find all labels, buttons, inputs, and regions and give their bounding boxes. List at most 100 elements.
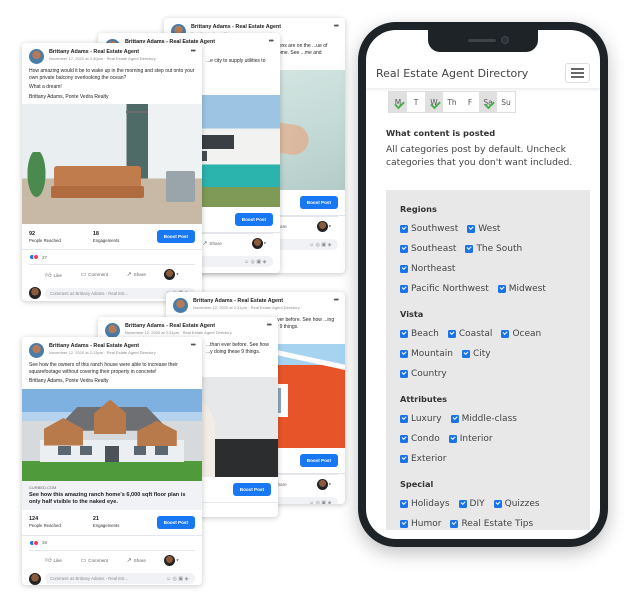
more-options-icon[interactable]: ••• [191, 48, 196, 55]
checkbox-southeast[interactable]: Southeast [400, 243, 456, 255]
reactions-summary[interactable]: 36 [22, 536, 202, 550]
checkbox-luxury[interactable]: Luxury [400, 413, 442, 425]
checkbox-west[interactable]: West [467, 223, 500, 235]
checkbox-humor[interactable]: Humor [400, 518, 441, 530]
day-toggle-tuesday[interactable]: T [407, 92, 425, 112]
day-toggle-wednesday[interactable]: W [425, 92, 443, 112]
day-toggle-friday[interactable]: F [461, 92, 479, 112]
checkbox-checked-icon[interactable] [447, 330, 456, 338]
checkbox-checked-icon[interactable] [448, 435, 457, 443]
phone-screen: Real Estate Agent Directory M T W Th F S… [366, 30, 600, 539]
checkbox-checked-icon[interactable] [400, 500, 408, 508]
checkbox-checked-icon[interactable] [400, 265, 408, 273]
comment-input[interactable]: Comment as Brittany Adams - Real Est...☺… [45, 573, 195, 584]
boost-post-button[interactable]: Boost Post [232, 483, 271, 496]
share-button[interactable]: ↗Share [127, 271, 146, 278]
checkbox-middle-class[interactable]: Middle-class [450, 413, 517, 425]
day-toggle-thursday[interactable]: Th [443, 92, 461, 112]
checkbox-beach[interactable]: Beach [400, 328, 439, 340]
boost-post-button[interactable]: Boost Post [234, 213, 273, 226]
checkbox-pacific-northwest[interactable]: Pacific Northwest [400, 283, 489, 295]
checkbox-quizzes[interactable]: Quizzes [493, 498, 540, 510]
like-button[interactable]: 👍︎ Like [45, 556, 62, 564]
checkbox-checked-icon[interactable] [400, 455, 408, 463]
checkbox-checked-icon[interactable] [400, 520, 408, 528]
day-toggle-sunday[interactable]: Su [497, 92, 515, 112]
menu-button[interactable] [565, 63, 590, 83]
phone-notch [428, 30, 538, 52]
comment-tools-icons: ☺◎▣◈ [308, 241, 333, 248]
more-options-icon[interactable]: ••• [267, 322, 272, 329]
checkbox-real-estate-tips[interactable]: Real Estate Tips [450, 518, 533, 530]
checkbox-country[interactable]: Country [400, 368, 447, 380]
boost-post-button[interactable]: Boost Post [156, 230, 195, 243]
day-toggle-saturday[interactable]: Sa [479, 92, 497, 112]
more-options-icon[interactable]: ••• [334, 297, 339, 304]
share-button[interactable]: ↗Share [202, 240, 221, 247]
post-image-living-room[interactable] [22, 104, 202, 224]
checkbox-diy[interactable]: DIY [458, 498, 485, 510]
checkbox-checked-icon[interactable] [465, 245, 474, 253]
post-author[interactable]: Brittany Adams - Real Estate Agent [193, 298, 338, 304]
checkbox-checked-icon[interactable] [461, 350, 470, 358]
checkbox-checked-icon[interactable] [467, 225, 476, 233]
checkbox-northeast[interactable]: Northeast [400, 263, 455, 275]
checkbox-checked-icon[interactable] [400, 330, 408, 338]
like-button[interactable]: 👍︎ Like [45, 271, 62, 279]
comment-button[interactable]: ▭ Comment [80, 557, 108, 564]
share-icon: ↗ [202, 241, 208, 247]
checkbox-checked-icon[interactable] [497, 285, 506, 293]
more-options-icon[interactable]: ••• [334, 23, 339, 30]
post-author[interactable]: Brittany Adams - Real Estate Agent [49, 49, 195, 55]
app-title[interactable]: Real Estate Agent Directory [376, 67, 528, 80]
link-title[interactable]: See how this amazing ranch home's 6,000 … [22, 490, 202, 510]
checkbox-southwest[interactable]: Southwest [400, 223, 458, 235]
checkbox-ocean[interactable]: Ocean [501, 328, 541, 340]
comment-button[interactable]: ▭ Comment [80, 271, 108, 278]
camera-icon [501, 36, 509, 44]
link-source[interactable]: CURBED.COM [22, 480, 202, 491]
post-meta: November 17, 2020 at 2:30pm · Real Estat… [49, 56, 156, 61]
commenter-avatar [29, 572, 41, 585]
page-avatar [164, 554, 176, 566]
checkbox-the-south[interactable]: The South [465, 243, 522, 255]
checkbox-checked-icon[interactable] [501, 330, 510, 338]
checkbox-checked-icon[interactable] [400, 415, 408, 423]
post-author[interactable]: Brittany Adams - Real Estate Agent [49, 343, 195, 349]
checkbox-exterior[interactable]: Exterior [400, 453, 447, 465]
reactions-summary[interactable]: 27 [22, 250, 202, 264]
checkbox-checked-icon[interactable] [458, 500, 467, 508]
checkbox-checked-icon[interactable] [400, 285, 408, 293]
checkbox-checked-icon[interactable] [400, 245, 408, 253]
checkbox-checked-icon[interactable] [400, 350, 408, 358]
checkbox-interior[interactable]: Interior [448, 433, 493, 445]
checkbox-coastal[interactable]: Coastal [447, 328, 492, 340]
checkbox-checked-icon[interactable] [400, 225, 408, 233]
post-image-ranch-house[interactable] [22, 388, 202, 481]
audience-selector[interactable]: ▾ [316, 479, 331, 490]
checkbox-condo[interactable]: Condo [400, 433, 440, 445]
audience-selector[interactable]: ▾ [251, 238, 266, 249]
checkbox-city[interactable]: City [461, 348, 491, 360]
more-options-icon[interactable]: ••• [269, 38, 274, 45]
checkbox-checked-icon[interactable] [450, 520, 459, 528]
share-button[interactable]: ↗Share [127, 557, 146, 564]
checkbox-checked-icon[interactable] [400, 435, 408, 443]
audience-selector[interactable]: ▾ [164, 554, 179, 566]
boost-post-button[interactable]: Boost Post [299, 196, 338, 209]
boost-post-button[interactable]: Boost Post [156, 515, 195, 529]
checkbox-holidays[interactable]: Holidays [400, 498, 450, 510]
audience-selector[interactable]: ▾ [164, 269, 179, 280]
checkbox-midwest[interactable]: Midwest [497, 283, 546, 295]
love-reaction-icon [33, 254, 39, 260]
checkbox-checked-icon[interactable] [450, 415, 459, 423]
checkbox-checked-icon[interactable] [400, 370, 408, 378]
checkbox-checked-icon[interactable] [493, 500, 502, 508]
post-author[interactable]: Brittany Adams - Real Estate Agent [125, 323, 271, 329]
audience-selector[interactable]: ▾ [316, 221, 331, 232]
boost-post-button[interactable]: Boost Post [299, 454, 338, 467]
checkbox-mountain[interactable]: Mountain [400, 348, 453, 360]
day-toggle-monday[interactable]: M [389, 92, 407, 112]
post-author[interactable]: Brittany Adams - Real Estate Agent [191, 24, 338, 30]
more-options-icon[interactable]: ••• [191, 342, 196, 349]
